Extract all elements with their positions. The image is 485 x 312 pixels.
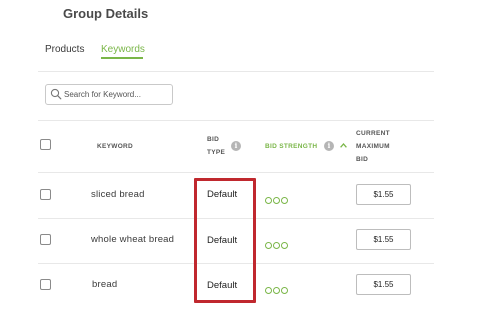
max-bid-input[interactable]: $1.55: [356, 229, 411, 250]
circle-outline-icon: [281, 287, 288, 294]
row-checkbox[interactable]: [40, 279, 51, 290]
column-header-bid-type-line2: TYPE: [207, 149, 226, 156]
search-input[interactable]: [64, 86, 170, 103]
circle-outline-icon: [281, 242, 288, 249]
chevron-up-icon[interactable]: [340, 142, 347, 149]
column-header-bid-type-line1: BID: [207, 136, 220, 143]
keyword-text: whole wheat bread: [91, 234, 175, 245]
info-icon[interactable]: i: [231, 141, 241, 151]
divider: [38, 120, 434, 121]
row-checkbox[interactable]: [40, 189, 51, 200]
active-tab-indicator: [101, 57, 143, 59]
keyword-text: sliced bread: [91, 189, 145, 200]
column-header-keyword[interactable]: KEYWORD: [97, 141, 133, 152]
circle-outline-icon: [273, 197, 280, 204]
row-checkbox[interactable]: [40, 234, 51, 245]
max-bid-input[interactable]: $1.55: [356, 274, 411, 295]
bid-strength-indicator: [265, 281, 289, 299]
bid-strength-indicator: [265, 236, 289, 254]
search-icon: [50, 88, 62, 100]
tab-products[interactable]: Products: [45, 44, 84, 55]
bid-strength-indicator: [265, 191, 289, 209]
circle-outline-icon: [265, 197, 272, 204]
circle-outline-icon: [273, 287, 280, 294]
info-icon[interactable]: i: [324, 141, 334, 151]
column-header-max-bid-line1: CURRENT: [356, 130, 390, 137]
column-header-max-bid-line3: BID: [356, 156, 369, 163]
page-title: Group Details: [63, 6, 149, 21]
column-header-bid-strength[interactable]: BID STRENGTH: [265, 141, 317, 152]
circle-outline-icon: [281, 197, 288, 204]
circle-outline-icon: [273, 242, 280, 249]
select-all-checkbox[interactable]: [40, 139, 51, 150]
circle-outline-icon: [265, 287, 272, 294]
max-bid-input[interactable]: $1.55: [356, 184, 411, 205]
circle-outline-icon: [265, 242, 272, 249]
keyword-text: bread: [92, 279, 118, 290]
column-header-max-bid-line2: MAXIMUM: [356, 143, 390, 150]
tabs-divider: [38, 71, 434, 72]
divider: [38, 172, 434, 173]
tab-keywords[interactable]: Keywords: [101, 44, 145, 55]
bid-type-highlight: [194, 178, 256, 303]
